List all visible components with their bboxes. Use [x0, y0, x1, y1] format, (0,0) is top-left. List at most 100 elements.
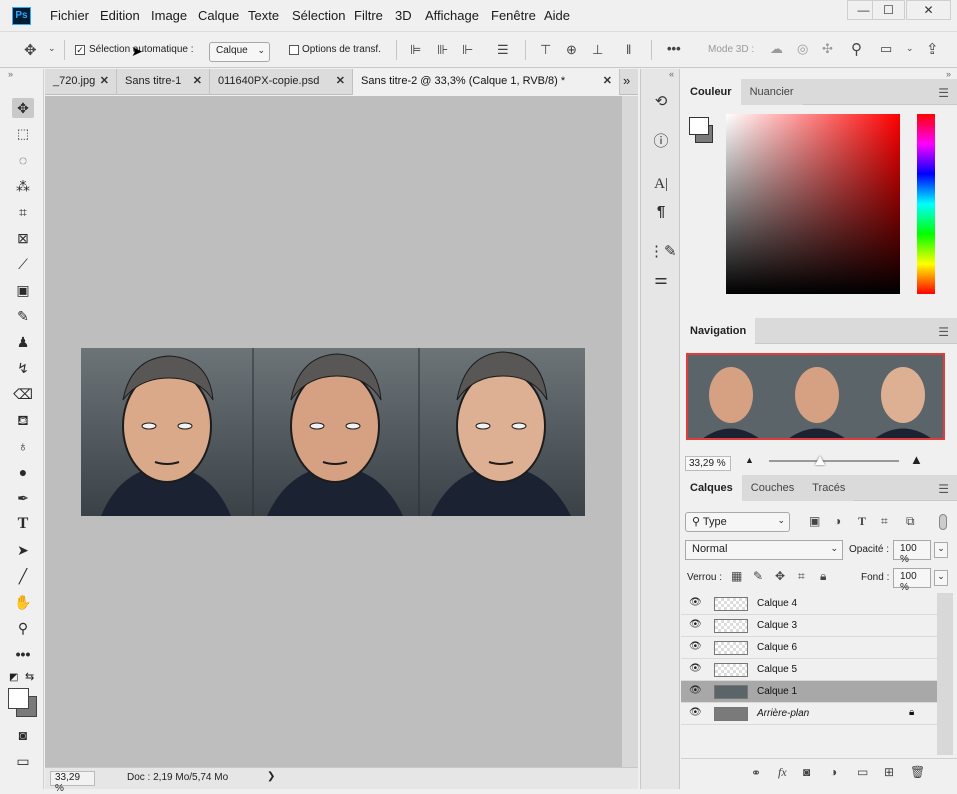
history-panel-icon[interactable]: ⟲: [649, 91, 673, 113]
collapse-icon[interactable]: »: [8, 69, 13, 79]
maximize-button[interactable]: ☐: [872, 0, 905, 20]
lock-all-icon[interactable]: 🔒︎: [820, 569, 826, 584]
collapse-icon[interactable]: «: [669, 69, 674, 79]
paint-bucket-tool-icon[interactable]: ⛾: [12, 410, 34, 430]
zoom-slider-thumb[interactable]: [815, 456, 825, 465]
stamp-tool-icon[interactable]: ♟: [12, 332, 34, 352]
auto-select-checkbox[interactable]: ✓: [75, 45, 85, 55]
tab-calques[interactable]: Calques: [681, 475, 742, 501]
tab-nuancier[interactable]: Nuancier: [740, 79, 803, 105]
path-selection-tool-icon[interactable]: ➤: [12, 540, 34, 560]
filter-toggle[interactable]: [939, 514, 947, 530]
collapse-icon[interactable]: »: [946, 69, 951, 79]
distribute-v-icon[interactable]: ‖: [626, 42, 631, 57]
more-icon[interactable]: •••: [667, 41, 681, 56]
close-icon[interactable]: ✕: [193, 69, 202, 93]
filter-smart-object-icon[interactable]: ⧉: [906, 514, 915, 529]
line-tool-icon[interactable]: ╱: [12, 566, 34, 586]
filter-adjustment-icon[interactable]: ◑: [834, 514, 841, 528]
chevron-down-icon[interactable]: ⌄: [906, 43, 914, 54]
lock-artboard-icon[interactable]: ⌗: [798, 569, 805, 584]
close-button[interactable]: ✕: [906, 0, 951, 20]
tab-720-jpg[interactable]: _720.jpg ✕: [45, 69, 117, 95]
filter-pixel-icon[interactable]: ▣: [809, 514, 820, 528]
new-layer-icon[interactable]: ⊞: [884, 765, 894, 779]
layer-row[interactable]: 👁︎ Calque 3: [681, 615, 937, 637]
adjustments-icon[interactable]: ⚌: [649, 269, 673, 291]
tab-sans-titre-1[interactable]: Sans titre-1 ✕: [117, 69, 210, 95]
navigator-zoom-field[interactable]: 33,29 %: [685, 456, 731, 471]
blur-tool-icon[interactable]: ♁: [12, 436, 34, 456]
layer-row[interactable]: 👁︎ Arrière-plan 🔒︎: [681, 703, 937, 725]
align-right-icon[interactable]: ⊩: [462, 42, 473, 58]
menu-aide[interactable]: Aide: [544, 8, 570, 23]
eye-icon[interactable]: 👁︎: [689, 641, 702, 652]
blend-mode-dropdown[interactable]: Normal ⌄: [685, 540, 843, 560]
quick-mask-icon[interactable]: ◙: [12, 725, 34, 745]
workspace-icon[interactable]: ▭: [880, 41, 892, 57]
move-tool-icon[interactable]: ✥: [24, 41, 37, 59]
default-colors-icon[interactable]: ◩: [9, 672, 18, 683]
vertical-scrollbar[interactable]: [622, 96, 638, 767]
close-icon[interactable]: ✕: [336, 69, 345, 93]
type-tool-icon[interactable]: T: [12, 514, 34, 534]
eye-icon[interactable]: 👁︎: [689, 619, 702, 630]
layer-row-selected[interactable]: 👁︎ Calque 1: [681, 681, 937, 703]
dodge-tool-icon[interactable]: ●: [12, 462, 34, 482]
layer-row[interactable]: 👁︎ Calque 4: [681, 593, 937, 615]
navigator-preview[interactable]: [686, 353, 945, 440]
menu-edition[interactable]: Edition: [100, 8, 140, 23]
history-brush-tool-icon[interactable]: ↯: [12, 358, 34, 378]
filter-type-icon[interactable]: T: [858, 514, 866, 529]
hue-slider[interactable]: [917, 114, 935, 294]
status-menu-arrow[interactable]: ❯: [267, 771, 275, 782]
align-top-icon[interactable]: ⊤: [540, 42, 551, 58]
menu-selection[interactable]: Sélection: [292, 8, 345, 23]
eye-icon[interactable]: 👁︎: [689, 685, 702, 696]
layer-row[interactable]: 👁︎ Calque 6: [681, 637, 937, 659]
color-field[interactable]: [726, 114, 900, 294]
zoom-field[interactable]: 33,29 %: [50, 771, 95, 794]
crop-tool-icon[interactable]: ⌗: [12, 202, 34, 222]
menu-fichier[interactable]: Fichier: [50, 8, 89, 23]
color-foreground-swatch[interactable]: [689, 117, 709, 135]
share-icon[interactable]: ⇪: [926, 40, 939, 58]
zoom-slider[interactable]: [769, 460, 899, 462]
group-folder-icon[interactable]: ▭: [857, 765, 868, 779]
paragraph-panel-icon[interactable]: ¶: [649, 201, 673, 223]
panel-menu-icon[interactable]: ☰: [938, 86, 949, 100]
menu-affichage[interactable]: Affichage: [425, 8, 479, 23]
panel-menu-icon[interactable]: ☰: [938, 482, 949, 496]
tab-navigation[interactable]: Navigation: [681, 318, 756, 344]
layers-scrollbar[interactable]: [937, 593, 953, 755]
chevron-down-icon[interactable]: ⌄: [48, 43, 56, 54]
brush-tool-icon[interactable]: ✎: [12, 306, 34, 326]
character-panel-icon[interactable]: A|: [649, 173, 673, 195]
chevron-down-icon[interactable]: ⌄: [934, 542, 948, 558]
chevron-down-icon[interactable]: ⌄: [934, 570, 948, 586]
trash-icon[interactable]: 🗑︎: [910, 765, 925, 779]
hand-tool-icon[interactable]: ✋: [12, 592, 34, 612]
close-icon[interactable]: ✕: [603, 69, 612, 93]
tab-couches[interactable]: Couches: [741, 475, 804, 501]
zoom-out-icon[interactable]: ▲: [745, 455, 754, 465]
eraser-tool-icon[interactable]: ⌫: [12, 384, 34, 404]
pen-tool-icon[interactable]: ✒: [12, 488, 34, 508]
menu-texte[interactable]: Texte: [248, 8, 279, 23]
add-mask-icon[interactable]: ◙: [803, 765, 810, 779]
frame-tool-icon[interactable]: ⊠: [12, 228, 34, 248]
align-left-icon[interactable]: ⊫: [410, 42, 421, 58]
fill-field[interactable]: 100 %: [893, 568, 931, 593]
layer-filter-dropdown[interactable]: ⚲ Type ⌄: [685, 512, 790, 532]
move-tool-icon[interactable]: ✥: [12, 98, 34, 118]
tab-011640px-copie[interactable]: 011640PX-copie.psd ✕: [210, 69, 353, 95]
lock-transparency-icon[interactable]: ▦: [731, 569, 742, 583]
tab-couleur[interactable]: Couleur: [681, 79, 741, 105]
menu-3d[interactable]: 3D: [395, 8, 412, 23]
info-panel-icon[interactable]: ⓘ: [649, 131, 673, 153]
align-middle-v-icon[interactable]: ⊕: [566, 42, 577, 58]
zoom-tool-icon[interactable]: ⚲: [12, 618, 34, 638]
distribute-h-icon[interactable]: ☰: [497, 42, 509, 58]
layer-row[interactable]: 👁︎ Calque 5: [681, 659, 937, 681]
screen-mode-icon[interactable]: ▭: [12, 751, 34, 771]
